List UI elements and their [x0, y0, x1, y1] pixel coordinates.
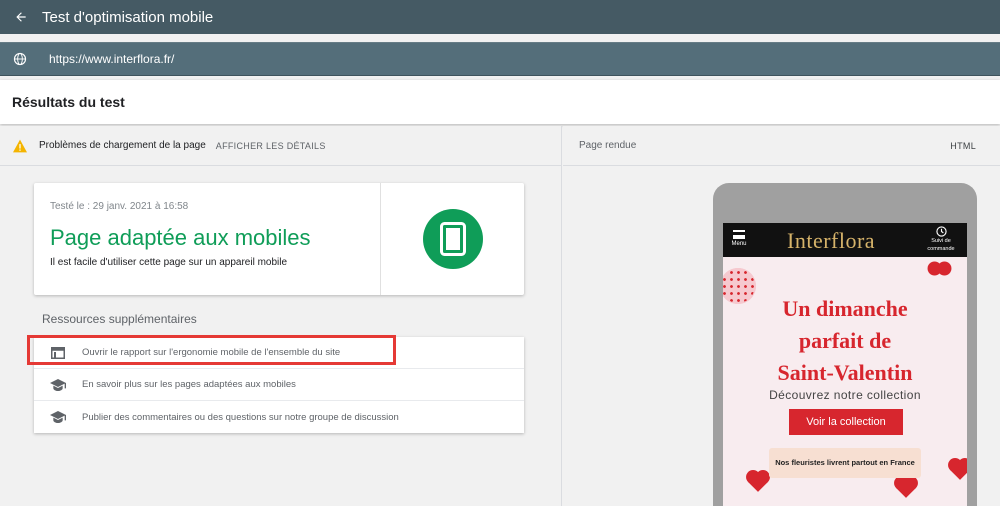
- html-tab[interactable]: HTML: [950, 141, 976, 151]
- clock-icon: [935, 226, 947, 237]
- promo-line-1: Un dimanche: [782, 296, 908, 321]
- menu-label: Menu: [731, 241, 747, 247]
- test-timestamp: Testé le : 29 janv. 2021 à 16:58: [50, 201, 189, 212]
- verdict-title: Page adaptée aux mobiles: [50, 225, 311, 250]
- resource-label: En savoir plus sur les pages adaptées au…: [82, 379, 296, 390]
- hamburger-menu-icon: Menu: [729, 230, 749, 247]
- site-header: Menu Interflora Suivi de commande: [723, 223, 967, 257]
- promo-subtitle: Découvrez notre collection: [769, 388, 921, 402]
- warning-icon: [13, 139, 27, 152]
- tracking-label-2: commande: [927, 246, 955, 252]
- page-loading-issues: Problèmes de chargement de la page AFFIC…: [0, 126, 561, 166]
- interflora-logo: Interflora: [787, 228, 876, 253]
- results-heading: Résultats du test: [12, 94, 125, 110]
- verdict-subtitle: Il est facile d'utiliser cette page sur …: [50, 257, 288, 268]
- view-collection-button[interactable]: Voir la collection: [789, 409, 903, 435]
- show-details-link[interactable]: AFFICHER LES DÉTAILS: [216, 141, 326, 151]
- tested-url[interactable]: https://www.interflora.fr/: [49, 52, 174, 66]
- promo-line-3: Saint-Valentin: [777, 360, 913, 385]
- heart-decoration: [748, 472, 768, 492]
- heart-decoration: [950, 460, 967, 480]
- rendered-page-header: Page rendue HTML: [563, 126, 1000, 166]
- results-pane: Problèmes de chargement de la page AFFIC…: [0, 126, 562, 506]
- url-bar: https://www.interflora.fr/: [0, 42, 1000, 76]
- delivery-notice: Nos fleuristes livrent partout en France: [769, 448, 921, 478]
- tracking-label-1: Suivi de: [931, 238, 951, 244]
- resources-title: Ressources supplémentaires: [42, 312, 197, 326]
- app-bar: Test d'optimisation mobile: [0, 0, 1000, 34]
- resource-item-learn-more[interactable]: En savoir plus sur les pages adaptées au…: [34, 369, 524, 401]
- rendered-page-pane: Page rendue HTML Menu Interflora Suivi d…: [563, 126, 1000, 506]
- promo-line-2: parfait de: [798, 328, 892, 353]
- heart-decoration: [896, 478, 916, 498]
- back-arrow-icon[interactable]: [0, 0, 42, 34]
- card-divider: [380, 183, 381, 295]
- resource-label: Publier des commentaires ou des question…: [82, 411, 399, 423]
- phone-frame: Menu Interflora Suivi de commande Un dim…: [713, 183, 977, 506]
- globe-icon: [0, 52, 40, 66]
- resource-item-discussion-group[interactable]: Publier des commentaires ou des question…: [34, 401, 524, 433]
- order-tracking: Suivi de commande: [919, 226, 963, 253]
- app-title: Test d'optimisation mobile: [42, 8, 214, 26]
- rendered-screenshot[interactable]: Menu Interflora Suivi de commande Un dim…: [723, 223, 967, 506]
- issues-text: Problèmes de chargement de la page: [39, 140, 206, 151]
- rendered-page-label: Page rendue: [579, 140, 637, 151]
- results-header: Résultats du test: [0, 80, 1000, 124]
- verdict-card: Testé le : 29 janv. 2021 à 16:58 Page ad…: [34, 183, 524, 295]
- school-cap-icon: [34, 378, 82, 391]
- promo-title: Un dimanche parfait de Saint-Valentin: [723, 293, 967, 389]
- school-cap-icon: [34, 411, 82, 423]
- highlight-annotation: [27, 335, 396, 365]
- mobile-phone-icon: [423, 209, 483, 269]
- heart-decoration: [934, 263, 945, 274]
